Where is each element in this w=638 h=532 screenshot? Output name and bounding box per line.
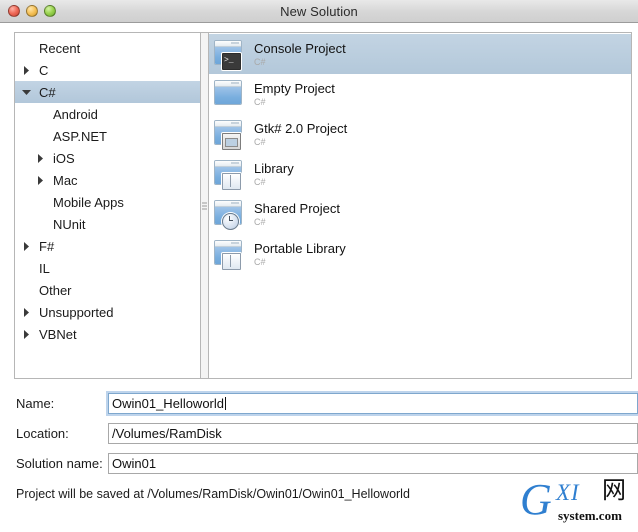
title-bar: New Solution bbox=[0, 0, 638, 23]
solution-name-input[interactable]: Owin01 bbox=[108, 453, 638, 474]
name-input[interactable]: Owin01_Helloworld bbox=[108, 393, 638, 414]
sidebar-item-label: Recent bbox=[39, 41, 80, 56]
dialog-content: Recent C C# Android ASP.NET iOS Mac Mobile Apps… bbox=[0, 23, 638, 532]
new-solution-dialog: New Solution Recent C C# Android ASP.NET iOS M… bbox=[0, 0, 638, 531]
category-tree: Recent C C# Android ASP.NET iOS Mac Mobile Apps… bbox=[15, 33, 200, 345]
template-text: Portable LibraryC# bbox=[254, 241, 346, 268]
solution-name-field-row: Solution name: Owin01 bbox=[0, 448, 638, 478]
close-button[interactable] bbox=[8, 5, 20, 17]
save-path-status: Project will be saved at /Volumes/RamDis… bbox=[0, 487, 638, 501]
chevron-right-icon[interactable] bbox=[19, 330, 33, 339]
template-language: C# bbox=[254, 177, 294, 188]
template-text: Empty ProjectC# bbox=[254, 81, 335, 108]
template-row[interactable]: Gtk# 2.0 ProjectC# bbox=[209, 114, 631, 154]
chevron-right-icon[interactable] bbox=[19, 308, 33, 317]
zoom-button[interactable] bbox=[44, 5, 56, 17]
sidebar-item-label: VBNet bbox=[39, 327, 77, 342]
sidebar-item-ios[interactable]: iOS bbox=[15, 147, 200, 169]
sidebar-item-il[interactable]: IL bbox=[15, 257, 200, 279]
shared-project-icon bbox=[213, 198, 245, 230]
name-label: Name: bbox=[16, 396, 108, 411]
sidebar-item-mac[interactable]: Mac bbox=[15, 169, 200, 191]
location-field-row: Location: /Volumes/RamDisk bbox=[0, 418, 638, 448]
sidebar-item-label: F# bbox=[39, 239, 54, 254]
chevron-right-icon[interactable] bbox=[19, 242, 33, 251]
window-controls bbox=[8, 5, 56, 17]
template-language: C# bbox=[254, 57, 346, 68]
watermark-domain: system.com bbox=[558, 508, 622, 524]
sidebar-item-label: C bbox=[39, 63, 48, 78]
solution-name-label: Solution name: bbox=[16, 456, 108, 471]
sidebar-item-f[interactable]: F# bbox=[15, 235, 200, 257]
window-title: New Solution bbox=[0, 4, 638, 19]
sidebar-item-android[interactable]: Android bbox=[15, 103, 200, 125]
template-row[interactable]: Portable LibraryC# bbox=[209, 234, 631, 274]
sidebar-item-vbnet[interactable]: VBNet bbox=[15, 323, 200, 345]
sidebar-item-c[interactable]: C# bbox=[15, 81, 200, 103]
sidebar-item-label: Mobile Apps bbox=[53, 195, 124, 210]
template-list: Console ProjectC#Empty ProjectC#Gtk# 2.0… bbox=[209, 33, 631, 274]
template-text: LibraryC# bbox=[254, 161, 294, 188]
template-language: C# bbox=[254, 97, 335, 108]
sidebar-item-label: Android bbox=[53, 107, 98, 122]
sidebar-item-recent[interactable]: Recent bbox=[15, 37, 200, 59]
sidebar-item-label: C# bbox=[39, 85, 56, 100]
pane-splitter[interactable] bbox=[200, 32, 209, 379]
text-caret-icon bbox=[225, 397, 226, 410]
name-field-row: Name: Owin01_Helloworld bbox=[0, 388, 638, 418]
selector-panes: Recent C C# Android ASP.NET iOS Mac Mobile Apps… bbox=[14, 32, 632, 379]
sidebar-item-label: Mac bbox=[53, 173, 78, 188]
sidebar-item-mobile-apps[interactable]: Mobile Apps bbox=[15, 191, 200, 213]
template-name: Empty Project bbox=[254, 81, 335, 96]
location-label: Location: bbox=[16, 426, 108, 441]
template-name: Console Project bbox=[254, 41, 346, 56]
template-text: Console ProjectC# bbox=[254, 41, 346, 68]
chevron-right-icon[interactable] bbox=[33, 154, 47, 163]
sidebar-item-label: Unsupported bbox=[39, 305, 113, 320]
gtk-project-icon bbox=[213, 118, 245, 150]
template-name: Portable Library bbox=[254, 241, 346, 256]
sidebar-item-asp-net[interactable]: ASP.NET bbox=[15, 125, 200, 147]
minimize-button[interactable] bbox=[26, 5, 38, 17]
template-list-pane[interactable]: Console ProjectC#Empty ProjectC#Gtk# 2.0… bbox=[209, 32, 632, 379]
sidebar-item-nunit[interactable]: NUnit bbox=[15, 213, 200, 235]
sidebar-item-c[interactable]: C bbox=[15, 59, 200, 81]
empty-project-icon bbox=[213, 78, 245, 110]
chevron-down-icon[interactable] bbox=[19, 89, 33, 96]
category-tree-pane[interactable]: Recent C C# Android ASP.NET iOS Mac Mobile Apps… bbox=[14, 32, 200, 379]
solution-name-input-value: Owin01 bbox=[112, 456, 156, 471]
sidebar-item-label: iOS bbox=[53, 151, 75, 166]
name-input-value: Owin01_Helloworld bbox=[112, 396, 224, 411]
chevron-right-icon[interactable] bbox=[19, 66, 33, 75]
library-icon bbox=[213, 158, 245, 190]
project-form: Name: Owin01_Helloworld Location: /Volum… bbox=[0, 388, 638, 501]
template-text: Shared ProjectC# bbox=[254, 201, 340, 228]
sidebar-item-other[interactable]: Other bbox=[15, 279, 200, 301]
sidebar-item-label: IL bbox=[39, 261, 50, 276]
sidebar-item-label: ASP.NET bbox=[53, 129, 107, 144]
portable-library-icon bbox=[213, 238, 245, 270]
location-input[interactable]: /Volumes/RamDisk bbox=[108, 423, 638, 444]
template-row[interactable]: Shared ProjectC# bbox=[209, 194, 631, 234]
template-row[interactable]: Console ProjectC# bbox=[209, 34, 631, 74]
chevron-right-icon[interactable] bbox=[33, 176, 47, 185]
splitter-grip-icon bbox=[202, 200, 207, 211]
template-row[interactable]: Empty ProjectC# bbox=[209, 74, 631, 114]
template-name: Shared Project bbox=[254, 201, 340, 216]
console-project-icon bbox=[213, 38, 245, 70]
template-language: C# bbox=[254, 217, 340, 228]
template-row[interactable]: LibraryC# bbox=[209, 154, 631, 194]
template-language: C# bbox=[254, 137, 347, 148]
sidebar-item-label: NUnit bbox=[53, 217, 86, 232]
sidebar-item-unsupported[interactable]: Unsupported bbox=[15, 301, 200, 323]
template-language: C# bbox=[254, 257, 346, 268]
template-name: Gtk# 2.0 Project bbox=[254, 121, 347, 136]
sidebar-item-label: Other bbox=[39, 283, 72, 298]
template-name: Library bbox=[254, 161, 294, 176]
template-text: Gtk# 2.0 ProjectC# bbox=[254, 121, 347, 148]
location-input-value: /Volumes/RamDisk bbox=[112, 426, 222, 441]
